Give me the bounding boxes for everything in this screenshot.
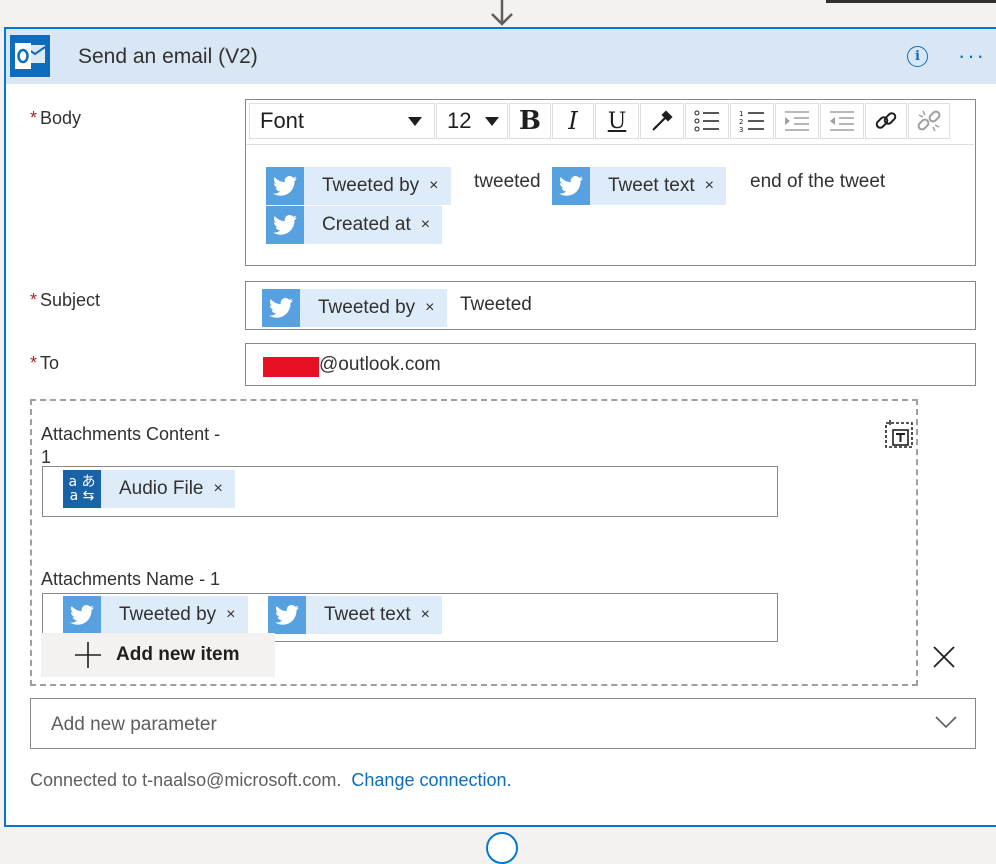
bold-glyph: B xyxy=(519,106,541,136)
italic-button[interactable]: I xyxy=(552,103,594,139)
remove-token-icon[interactable]: × xyxy=(421,606,430,624)
svg-text:1: 1 xyxy=(739,110,743,118)
to-value: @outlook.com xyxy=(319,354,441,375)
token-tweeted-by[interactable]: Tweeted by × xyxy=(63,596,248,634)
subject-field[interactable]: Tweeted by × Tweeted xyxy=(245,281,976,330)
adjacent-card-edge xyxy=(826,0,996,3)
attachments-content-field[interactable]: a あa ⇆ Audio File × xyxy=(42,466,778,517)
font-size-value: 12 xyxy=(447,108,472,133)
attachments-name-label: Attachments Name - 1 xyxy=(41,569,221,589)
flow-connector-add-icon[interactable] xyxy=(486,832,518,864)
numbered-list-button[interactable]: 123 xyxy=(730,103,774,139)
token-tweeted-by[interactable]: Tweeted by × xyxy=(262,289,447,327)
change-connection-link[interactable]: Change connection. xyxy=(351,770,511,790)
text-color-button[interactable] xyxy=(640,103,684,139)
connection-footer: Connected to t-naalso@microsoft.com. Chan… xyxy=(30,770,512,791)
underline-glyph: U xyxy=(607,108,627,134)
link-button[interactable] xyxy=(865,103,907,139)
body-editor[interactable]: Font 12 B I U 123 Tweeted by × tweeted T… xyxy=(245,99,976,266)
outdent-icon xyxy=(830,111,854,131)
numbered-list-icon: 123 xyxy=(739,110,764,132)
token-label: Tweeted by xyxy=(119,604,217,625)
pen-icon xyxy=(652,110,673,131)
link-icon xyxy=(875,112,897,129)
required-marker: * xyxy=(30,290,38,310)
token-tweet-text[interactable]: Tweet text × xyxy=(268,596,442,634)
twitter-icon xyxy=(63,596,101,634)
body-text-tweeted: tweeted xyxy=(474,171,541,192)
info-icon[interactable]: i xyxy=(907,46,928,67)
token-label: Tweet text xyxy=(324,604,411,625)
body-label-text: Body xyxy=(40,108,82,128)
action-title: Send an email (V2) xyxy=(78,45,258,68)
decrease-indent-button[interactable] xyxy=(775,103,819,139)
caret-down-icon xyxy=(485,116,499,126)
outlook-icon xyxy=(10,35,50,77)
svg-text:3: 3 xyxy=(739,126,743,132)
twitter-icon xyxy=(552,167,590,205)
chevron-down-icon xyxy=(935,716,957,729)
subject-label-text: Subject xyxy=(40,290,101,310)
more-options-icon[interactable]: ··· xyxy=(958,43,986,69)
remove-token-icon[interactable]: × xyxy=(421,216,430,234)
required-marker: * xyxy=(30,108,38,128)
token-label: Tweeted by xyxy=(318,297,416,318)
toggle-text-mode-icon[interactable] xyxy=(884,419,914,449)
bold-button[interactable]: B xyxy=(509,103,551,139)
bulleted-list-button[interactable] xyxy=(685,103,729,139)
token-tweet-text[interactable]: Tweet text × xyxy=(552,167,726,205)
required-marker: * xyxy=(30,353,38,373)
add-new-item-button[interactable]: Add new item xyxy=(41,633,275,677)
to-label-text: To xyxy=(40,353,60,373)
twitter-icon xyxy=(266,206,304,244)
plus-icon xyxy=(75,642,101,668)
translator-icon: a あa ⇆ xyxy=(63,470,101,508)
remove-token-icon[interactable]: × xyxy=(705,177,714,195)
token-created-at[interactable]: Created at × xyxy=(266,206,443,244)
token-tweeted-by[interactable]: Tweeted by × xyxy=(266,167,451,205)
token-label: Tweeted by xyxy=(322,175,420,196)
token-label: Tweet text xyxy=(608,175,695,196)
twitter-icon xyxy=(266,167,304,205)
font-size-dropdown[interactable]: 12 xyxy=(436,103,508,139)
attachments-content-label: Attachments Content - 1 xyxy=(41,423,220,469)
remove-token-icon[interactable]: × xyxy=(425,299,434,317)
parameter-placeholder: Add new parameter xyxy=(51,714,217,735)
font-dropdown-value: Font xyxy=(260,108,305,133)
redacted-block xyxy=(263,357,319,377)
token-label: Created at xyxy=(322,214,411,235)
caret-down-icon xyxy=(408,116,422,126)
add-new-parameter-dropdown[interactable]: Add new parameter xyxy=(30,698,976,749)
svg-text:2: 2 xyxy=(739,118,743,126)
remove-token-icon[interactable]: × xyxy=(214,480,223,498)
bulleted-list-icon xyxy=(694,110,719,132)
token-audio-file[interactable]: a あa ⇆ Audio File × xyxy=(63,470,235,508)
editor-toolbar: Font 12 B I U 123 xyxy=(246,100,974,145)
connected-text: Connected to t-naalso@microsoft.com. xyxy=(30,770,342,790)
flow-connector-arrow-icon xyxy=(491,0,513,26)
action-header[interactable]: Send an email (V2) i ··· xyxy=(6,29,996,84)
indent-icon xyxy=(785,111,809,131)
to-label: * To xyxy=(30,353,59,374)
add-new-item-label: Add new item xyxy=(116,644,240,665)
increase-indent-button[interactable] xyxy=(820,103,864,139)
remove-token-icon[interactable]: × xyxy=(429,177,438,195)
send-email-action-card: Send an email (V2) i ··· * Body Font 12 B… xyxy=(4,27,996,827)
label-line: Attachments Content - xyxy=(41,424,221,444)
twitter-icon xyxy=(268,596,306,634)
underline-button[interactable]: U xyxy=(595,103,639,139)
font-dropdown[interactable]: Font xyxy=(249,103,435,139)
italic-glyph: I xyxy=(568,107,578,135)
subject-label: * Subject xyxy=(30,290,100,311)
body-text-end: end of the tweet xyxy=(750,171,886,192)
to-field[interactable]: @outlook.com xyxy=(245,343,976,386)
remove-token-icon[interactable]: × xyxy=(226,606,235,624)
unlink-icon xyxy=(917,110,941,132)
body-label: * Body xyxy=(30,108,81,129)
twitter-icon xyxy=(262,289,300,327)
token-label: Audio File xyxy=(119,478,204,499)
unlink-button[interactable] xyxy=(908,103,950,139)
subject-text: Tweeted xyxy=(460,294,532,315)
remove-item-close-icon[interactable] xyxy=(933,646,955,668)
